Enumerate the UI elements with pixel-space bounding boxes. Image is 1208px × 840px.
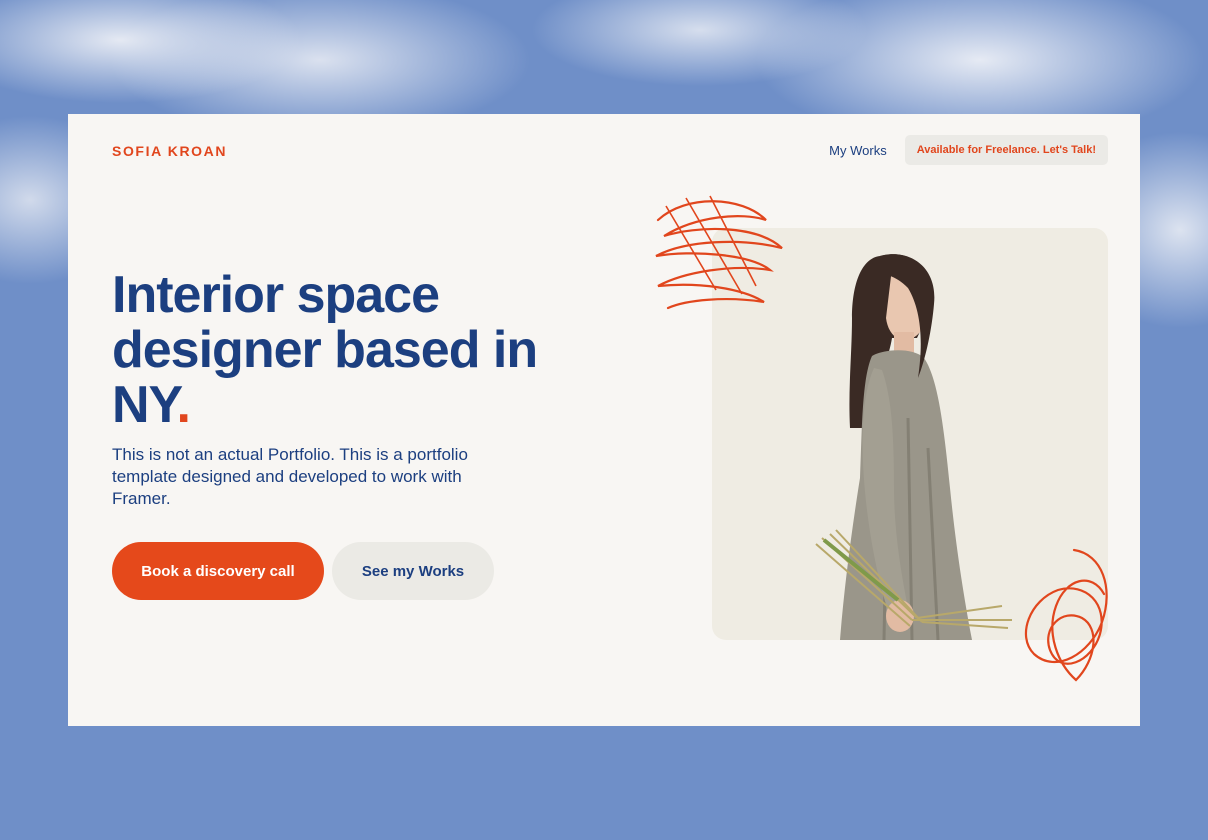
top-nav: My Works Available for Freelance. Let's … [829, 135, 1108, 165]
book-discovery-call-button[interactable]: Book a discovery call [112, 542, 324, 600]
hero-actions: Book a discovery call See my Works [112, 542, 494, 600]
bottom-scribble-icon [1024, 548, 1108, 682]
portfolio-card: SOFIA KROAN My Works Available for Freel… [68, 114, 1140, 726]
see-my-works-button[interactable]: See my Works [332, 542, 494, 600]
freelance-contact-button[interactable]: Available for Freelance. Let's Talk! [904, 135, 1108, 165]
headline-line-3: NY [112, 376, 177, 434]
headline-line-1: Interior space [112, 266, 440, 324]
hero-description: This is not an actual Portfolio. This is… [112, 445, 468, 508]
top-scribble-icon [655, 195, 783, 310]
headline-line-2: designer based in [112, 321, 538, 379]
hero-headline: Interior space designer based in NY. [112, 268, 582, 433]
headline-accent-dot: . [176, 376, 190, 434]
brand-logo[interactable]: SOFIA KROAN [112, 143, 227, 159]
nav-my-works-link[interactable]: My Works [829, 143, 887, 158]
